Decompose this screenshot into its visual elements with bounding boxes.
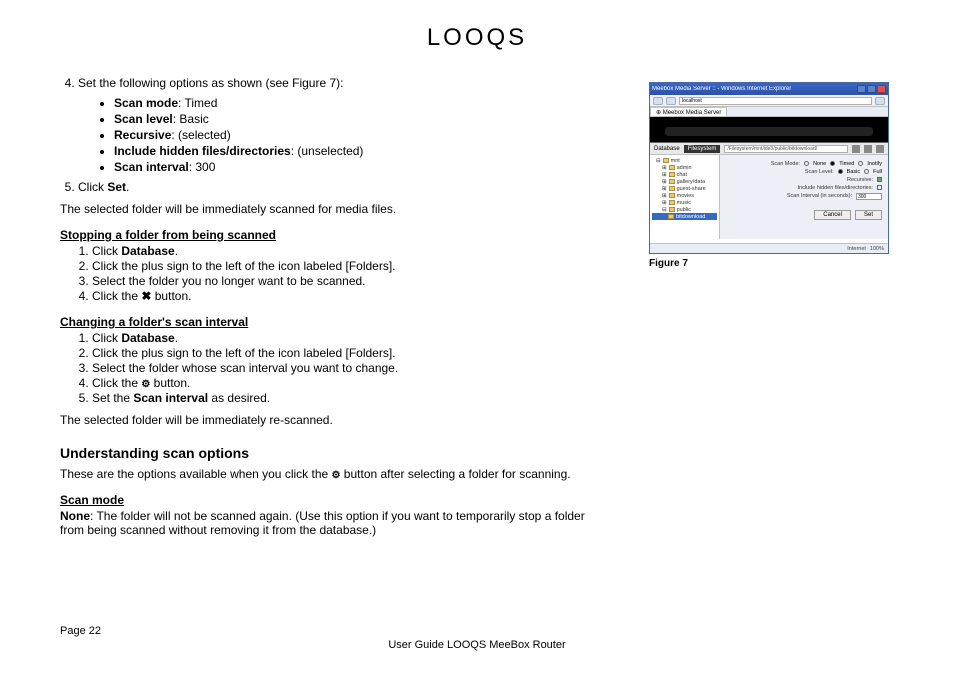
folder-icon (669, 200, 675, 205)
window-title: Meebox Media Server :: - Windows Interne… (652, 86, 791, 92)
folder-icon (663, 158, 669, 163)
opt-scanmode-label: Scan mode (114, 96, 178, 110)
opt-hidden-label: Include hidden files/directories (114, 144, 291, 158)
stop-step-1: Click Database. (92, 244, 609, 258)
figure-caption: Figure 7 (649, 258, 894, 269)
browser-tab[interactable]: ⊕ Meebox Media Server (650, 107, 727, 116)
change-step-4: Click the ⚙ button. (92, 376, 609, 390)
change-step-1: Click Database. (92, 331, 609, 345)
figure-column: Meebox Media Server :: - Windows Interne… (649, 76, 894, 537)
cancel-button[interactable]: Cancel (814, 210, 851, 220)
page-number: Page 22 (60, 625, 894, 637)
gear-icon: ⚙ (141, 379, 150, 390)
radio-basic[interactable] (838, 169, 843, 174)
go-button[interactable] (875, 97, 885, 105)
brand-logo: LOOQS (60, 24, 894, 52)
scan-mode-none: None: The folder will not be scanned aga… (60, 509, 609, 537)
step-5-bold: Set (107, 180, 126, 194)
guide-title: User Guide LOOQS MeeBox Router (60, 639, 894, 651)
close-icon[interactable] (877, 85, 886, 93)
recursive-label: Recursive: (847, 177, 873, 183)
maximize-icon[interactable] (867, 85, 876, 93)
heading-stopping: Stopping a folder from being scanned (60, 228, 609, 242)
zoom-level: 100% (870, 246, 884, 252)
path-action-icon[interactable] (876, 145, 884, 153)
folder-icon (669, 172, 675, 177)
folder-icon (669, 186, 675, 191)
opt-scanlevel-val: : Basic (173, 112, 209, 126)
page-footer: Page 22 User Guide LOOQS MeeBox Router (60, 625, 894, 651)
para-rescan: The selected folder will be immediately … (60, 413, 609, 427)
change-step-3: Select the folder whose scan interval yo… (92, 361, 609, 375)
status-text: Internet (847, 246, 866, 252)
para-scan-result: The selected folder will be immediately … (60, 202, 609, 216)
forward-button[interactable] (666, 97, 676, 105)
minimize-icon[interactable] (857, 85, 866, 93)
filesystem-tab[interactable]: Filesystem (684, 145, 721, 153)
opt-hidden-val: : (unselected) (291, 144, 364, 158)
step-5-post: . (126, 180, 129, 194)
opt-interval-val: : 300 (189, 160, 216, 174)
folder-icon (669, 207, 675, 212)
radio-full[interactable] (864, 169, 869, 174)
recursive-checkbox[interactable] (877, 177, 882, 182)
db-label: Database (654, 146, 680, 152)
folder-icon (669, 165, 675, 170)
stop-step-2: Click the plus sign to the left of the i… (92, 259, 609, 273)
opt-scanmode-val: : Timed (178, 96, 217, 110)
folder-icon (669, 179, 675, 184)
radio-timed[interactable] (830, 161, 835, 166)
opt-scanlevel-label: Scan level (114, 112, 173, 126)
path-action-icon[interactable] (864, 145, 872, 153)
opt-interval-label: Scan interval (114, 160, 189, 174)
path-action-icon[interactable] (852, 145, 860, 153)
figure-7-screenshot: Meebox Media Server :: - Windows Interne… (649, 82, 889, 254)
opt-recursive-label: Recursive (114, 128, 171, 142)
folder-icon (669, 193, 675, 198)
folder-tree[interactable]: ⊟mnt ⊞admin ⊞chat ⊞gallery/data ⊞guest-s… (650, 155, 720, 239)
scan-options-panel: Scan Mode:NoneTimedInotify Scan Level:Ba… (720, 155, 888, 239)
stop-step-4: Click the ✖ button. (92, 289, 609, 303)
step-4: Set the following options as shown (see … (78, 76, 609, 174)
path-input[interactable]: /Filesystem/mnt/ide3/public/bitdownload/ (724, 145, 848, 153)
body-text-column: Set the following options as shown (see … (60, 76, 609, 537)
step-4-intro: Set the following options as shown (see … (78, 76, 343, 90)
radio-none[interactable] (804, 161, 809, 166)
opt-recursive-val: : (selected) (171, 128, 230, 142)
x-icon: ✖ (141, 289, 151, 303)
heading-changing: Changing a folder's scan interval (60, 315, 609, 329)
heading-scan-mode: Scan mode (60, 493, 609, 507)
stop-step-3: Select the folder you no longer want to … (92, 274, 609, 288)
step-4-options: Scan mode: Timed Scan level: Basic Recur… (78, 96, 609, 174)
scan-level-label: Scan Level: (805, 169, 834, 175)
set-button[interactable]: Set (855, 210, 882, 220)
interval-input[interactable]: 300 (856, 193, 882, 200)
radio-inotify[interactable] (858, 161, 863, 166)
change-step-2: Click the plus sign to the left of the i… (92, 346, 609, 360)
hidden-label: Include hidden files/directories: (797, 185, 873, 191)
step-5-pre: Click (78, 180, 107, 194)
folder-icon (668, 214, 674, 219)
back-button[interactable] (653, 97, 663, 105)
section-heading: Understanding scan options (60, 445, 609, 461)
step-5: Click Set. (78, 180, 609, 194)
hidden-checkbox[interactable] (877, 185, 882, 190)
section-intro: These are the options available when you… (60, 467, 609, 481)
interval-label: Scan Interval (in seconds): (787, 193, 852, 200)
scan-mode-label: Scan Mode: (771, 161, 800, 167)
address-bar[interactable]: localhost (679, 97, 872, 105)
router-banner (650, 117, 888, 143)
change-step-5: Set the Scan interval as desired. (92, 391, 609, 405)
